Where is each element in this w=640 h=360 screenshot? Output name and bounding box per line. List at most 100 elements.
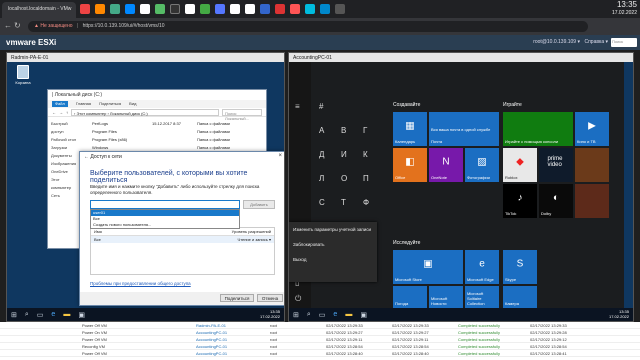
user-menu[interactable]: root@10.0.139.109 ▾ bbox=[533, 39, 580, 45]
file-row[interactable]: Program Files Папка с файлами bbox=[82, 128, 262, 136]
task-target[interactable]: AccountingPC-01 bbox=[196, 337, 227, 342]
nav-item[interactable]: Документы bbox=[51, 152, 80, 160]
tile-edge[interactable]: e Microsoft Edge bbox=[465, 250, 499, 284]
back-icon[interactable]: ← bbox=[4, 21, 12, 30]
letter[interactable]: А bbox=[319, 126, 324, 135]
tile-office[interactable]: ◧ Office bbox=[393, 148, 427, 182]
up-icon[interactable]: ↑ bbox=[66, 110, 68, 115]
help-menu[interactable]: Справка ▾ bbox=[584, 39, 608, 45]
cancel-button[interactable]: Отмена bbox=[257, 294, 283, 302]
letter[interactable]: П bbox=[363, 174, 369, 183]
task-view-icon[interactable]: ▭ bbox=[319, 311, 326, 319]
letter[interactable]: Г bbox=[363, 126, 367, 135]
ribbon-tab-file[interactable]: Файл bbox=[52, 101, 68, 107]
ribbon-tab-view[interactable]: Вид bbox=[129, 101, 136, 107]
discord-tab-icon[interactable] bbox=[215, 4, 225, 14]
tab-icon-6[interactable] bbox=[155, 4, 165, 14]
store-icon[interactable]: ▣ bbox=[360, 311, 367, 319]
letter[interactable]: К bbox=[363, 150, 368, 159]
file-row[interactable]: PerfLogs 15.12.2017 8:37 Папка с файлами bbox=[82, 120, 262, 128]
task-target[interactable]: AccountingPC-01 bbox=[196, 351, 227, 356]
windows-start-icon[interactable]: ⊞ bbox=[293, 311, 299, 319]
menu-sign-out[interactable]: Выход bbox=[289, 252, 377, 267]
letter[interactable]: В bbox=[341, 126, 346, 135]
tile-solitaire[interactable]: Microsoft Solitaire Collection bbox=[465, 286, 499, 308]
tile-tiktok[interactable]: ♪ TikTok bbox=[503, 184, 537, 218]
nav-item[interactable]: Этот компьютер bbox=[51, 176, 80, 192]
tab-icon-2[interactable] bbox=[95, 4, 105, 14]
menu-lock[interactable]: Заблокировать bbox=[289, 237, 377, 252]
search-icon[interactable]: ⌕ bbox=[307, 311, 311, 319]
nav-item[interactable]: Сеть bbox=[51, 192, 80, 200]
tile-prime-video[interactable]: prime video bbox=[539, 148, 573, 182]
share-button[interactable]: Поделиться bbox=[220, 294, 254, 302]
letter[interactable]: И bbox=[341, 150, 347, 159]
github-tab-icon[interactable] bbox=[170, 4, 180, 14]
menu-change-account[interactable]: Изменить параметры учетной записи bbox=[289, 222, 377, 237]
tab-icon-8[interactable] bbox=[185, 4, 195, 14]
table-row[interactable]: Power Off VM AccountingPC-01 root 02/17/… bbox=[0, 350, 640, 357]
hamburger-icon[interactable]: ≡ bbox=[295, 102, 300, 111]
dropdown-option-new-user[interactable]: Создать нового пользователя... bbox=[91, 222, 239, 228]
console-radmin[interactable]: Radmin-PA-E-01 Корзина | Локальный диск … bbox=[6, 52, 285, 322]
tile-dolby[interactable]: ◐ Dolby bbox=[539, 184, 573, 218]
close-icon[interactable]: × bbox=[278, 153, 282, 159]
task-view-icon[interactable]: ▭ bbox=[37, 311, 44, 319]
task-target[interactable]: Radmin-PA-E-01 bbox=[196, 323, 226, 328]
tile-films[interactable]: ▶ Кино и ТВ bbox=[575, 112, 609, 146]
letter[interactable]: Ф bbox=[363, 198, 369, 207]
letter[interactable]: Д bbox=[319, 150, 324, 159]
share-problem-link[interactable]: Проблемы при предоставлении общего досту… bbox=[90, 281, 191, 286]
letter[interactable]: О bbox=[341, 174, 347, 183]
url-field[interactable]: ▲ Не защищено | https://10.0.139.109/ui/… bbox=[28, 21, 588, 32]
tile-news[interactable]: Microsoft Новости bbox=[429, 286, 463, 308]
nav-item[interactable]: Быстрый доступ bbox=[51, 120, 80, 136]
tile-onenote[interactable]: N OneNote bbox=[429, 148, 463, 182]
tile-weather[interactable]: Погода bbox=[393, 286, 427, 308]
windows-start-icon[interactable]: ⊞ bbox=[11, 311, 17, 319]
file-row[interactable]: Program Files (x86) Папка с файлами bbox=[82, 136, 262, 144]
power-icon[interactable]: ⏻ bbox=[295, 294, 301, 304]
tab-icon-3[interactable] bbox=[110, 4, 120, 14]
table-row[interactable]: Reconfig VM AccountingPC-01 root 02/17/2… bbox=[0, 343, 640, 350]
tile-calendar[interactable]: ▦ Календарь bbox=[393, 112, 427, 146]
tab-icon-12[interactable] bbox=[245, 4, 255, 14]
task-target[interactable]: AccountingPC-01 bbox=[196, 330, 227, 335]
explorer-path[interactable]: › Этот компьютер › Локальный диск (C:) bbox=[71, 108, 219, 116]
forward-icon[interactable]: → bbox=[59, 110, 63, 115]
back-icon[interactable]: ← bbox=[84, 154, 89, 160]
explorer-icon[interactable]: ▬ bbox=[63, 311, 70, 318]
tab-icon-11[interactable] bbox=[230, 4, 240, 14]
tile-xbox[interactable]: Играйте с помощью консоли bbox=[503, 112, 573, 146]
store-icon[interactable]: ▣ bbox=[78, 311, 85, 319]
letter[interactable]: Л bbox=[319, 174, 324, 183]
nav-item[interactable]: Загрузки bbox=[51, 144, 80, 152]
tab-icon-13[interactable] bbox=[260, 4, 270, 14]
tile-skype[interactable]: S Skype bbox=[503, 250, 537, 284]
letter-hash[interactable]: # bbox=[319, 102, 323, 111]
google-tab-icon[interactable] bbox=[140, 4, 150, 14]
tile-mail[interactable]: Вся ваша почта в одной службе Почта bbox=[429, 112, 499, 146]
tile-photos[interactable]: ▨ Фотографии bbox=[465, 148, 499, 182]
nav-item[interactable]: Изображения bbox=[51, 160, 80, 168]
edge-icon[interactable]: e bbox=[51, 311, 55, 318]
tile-camera[interactable]: Камера bbox=[503, 286, 537, 308]
table-row[interactable]: Power Off VM Radmin-PA-E-01 root 02/17/2… bbox=[0, 322, 640, 329]
task-target[interactable]: AccountingPC-01 bbox=[196, 344, 227, 349]
tab-icon-15[interactable] bbox=[290, 4, 300, 14]
letter[interactable]: Т bbox=[341, 198, 346, 207]
permissions-row[interactable]: Все Чтение и запись ▾ bbox=[91, 236, 274, 243]
tab-icon-9[interactable] bbox=[200, 4, 210, 14]
telegram-tab-icon[interactable] bbox=[320, 4, 330, 14]
nav-item[interactable]: Рабочий стол bbox=[51, 136, 80, 144]
ribbon-tab-share[interactable]: Поделиться bbox=[99, 101, 121, 107]
tile-store[interactable]: ▣ Microsoft Store bbox=[393, 250, 463, 284]
explorer-icon[interactable]: ▬ bbox=[345, 311, 352, 318]
back-icon[interactable]: ← bbox=[52, 110, 56, 115]
browser-tab-esxi[interactable]: localhost.localdomain - VMw × bbox=[2, 2, 76, 18]
youtube-tab-icon[interactable] bbox=[80, 4, 90, 14]
user-name-input[interactable] bbox=[90, 200, 240, 209]
tile-game-50[interactable] bbox=[575, 184, 609, 218]
table-row[interactable]: Power On VM AccountingPC-01 root 02/17/2… bbox=[0, 329, 640, 336]
tab-icon-18[interactable] bbox=[335, 4, 345, 14]
